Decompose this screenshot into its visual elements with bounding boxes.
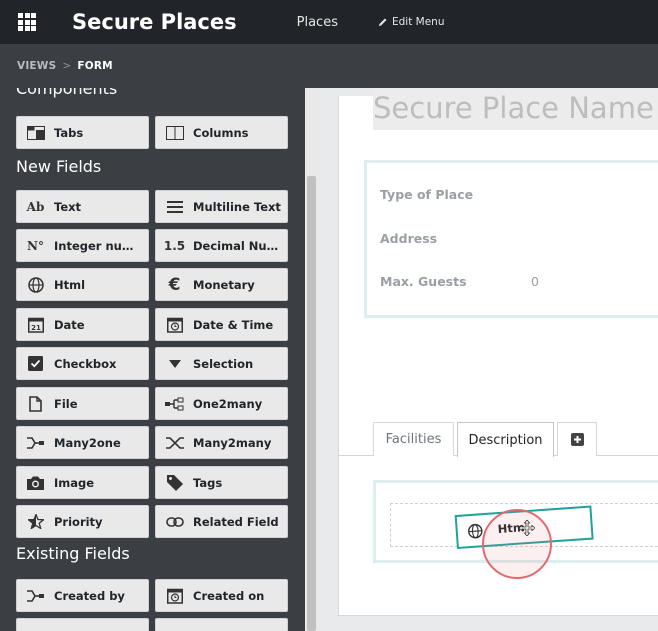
field-label-address[interactable]: Address bbox=[380, 231, 437, 246]
new-fields-heading: New Fields bbox=[16, 157, 102, 176]
field-label: Selection bbox=[193, 356, 254, 371]
add-tab-button[interactable] bbox=[557, 422, 597, 456]
clock-calendar-icon bbox=[156, 580, 193, 611]
field-label: Monetary bbox=[193, 277, 255, 292]
globe-icon bbox=[17, 269, 54, 300]
field-file[interactable]: File bbox=[16, 387, 149, 420]
field-text[interactable]: Ab Text bbox=[16, 190, 149, 223]
many2one-icon bbox=[17, 580, 54, 611]
checkbox-icon bbox=[17, 348, 54, 379]
field-many2one[interactable]: Many2one bbox=[16, 426, 149, 459]
field-label: Checkbox bbox=[54, 356, 117, 371]
field-label: Image bbox=[54, 475, 95, 490]
field-label: Date bbox=[54, 317, 85, 332]
star-icon bbox=[17, 506, 54, 537]
tabs-icon bbox=[17, 117, 54, 148]
component-label: Columns bbox=[193, 125, 249, 140]
breadcrumb: VIEWS > FORM bbox=[0, 44, 658, 88]
breadcrumb-views[interactable]: VIEWS bbox=[17, 60, 56, 72]
components-heading: Components bbox=[16, 88, 118, 98]
calendar-icon: 21 bbox=[17, 309, 54, 340]
field-label: Created on bbox=[193, 588, 265, 603]
field-monetary[interactable]: € Monetary bbox=[155, 268, 288, 301]
columns-icon bbox=[156, 117, 193, 148]
euro-icon: € bbox=[168, 274, 181, 295]
field-tags[interactable]: Tags bbox=[155, 466, 288, 499]
field-priority[interactable]: Priority bbox=[16, 505, 149, 538]
field-integer[interactable]: N° Integer number bbox=[16, 229, 149, 262]
pencil-icon bbox=[378, 18, 387, 26]
field-label: Many2one bbox=[54, 435, 121, 450]
field-multiline-text[interactable]: Multiline Text bbox=[155, 190, 288, 223]
text-ab-icon: Ab bbox=[26, 199, 45, 214]
field-label: Tags bbox=[193, 475, 223, 490]
field-image[interactable]: Image bbox=[16, 466, 149, 499]
edit-menu-button[interactable]: Edit Menu bbox=[378, 16, 445, 28]
field-label: Html bbox=[54, 277, 86, 292]
decimal-icon: 1.5 bbox=[163, 238, 186, 253]
field-label-max-guests[interactable]: Max. Guests bbox=[380, 274, 467, 289]
field-label: One2many bbox=[193, 396, 263, 411]
clock-calendar-icon bbox=[156, 309, 193, 340]
field-selection[interactable]: Selection bbox=[155, 347, 288, 380]
field-label: Priority bbox=[54, 514, 103, 529]
click-indicator bbox=[482, 509, 552, 579]
multiline-icon bbox=[156, 191, 193, 222]
move-cursor-icon bbox=[519, 520, 535, 536]
menu-places[interactable]: Places bbox=[297, 15, 338, 30]
existing-field-partial[interactable] bbox=[16, 618, 149, 631]
existing-field-created-by[interactable]: Created by bbox=[16, 579, 149, 612]
existing-field-created-on[interactable]: Created on bbox=[155, 579, 288, 612]
camera-icon bbox=[17, 467, 54, 498]
field-label: Text bbox=[54, 199, 82, 214]
field-label: Related Field bbox=[193, 514, 279, 529]
field-label: Many2many bbox=[193, 435, 272, 450]
field-label: Integer number bbox=[54, 238, 148, 253]
one2many-icon bbox=[156, 388, 193, 419]
top-navbar: Secure Places Places Edit Menu bbox=[0, 0, 658, 44]
field-related[interactable]: Related Field bbox=[155, 505, 288, 538]
field-many2many[interactable]: Many2many bbox=[155, 426, 288, 459]
edit-menu-label: Edit Menu bbox=[391, 16, 445, 28]
many2one-icon bbox=[17, 427, 54, 458]
svg-text:21: 21 bbox=[31, 324, 41, 332]
plus-square-icon bbox=[570, 433, 584, 446]
breadcrumb-form: FORM bbox=[77, 60, 113, 72]
app-brand[interactable]: Secure Places bbox=[72, 10, 237, 34]
field-label: Created by bbox=[54, 588, 125, 603]
field-decimal[interactable]: 1.5 Decimal Number bbox=[155, 229, 288, 262]
many2many-icon bbox=[156, 427, 193, 458]
file-icon bbox=[17, 388, 54, 419]
field-label: Decimal Number bbox=[193, 238, 287, 253]
max-guests-value: 0 bbox=[531, 274, 539, 289]
tab-description[interactable]: Description bbox=[457, 422, 554, 457]
field-one2many[interactable]: One2many bbox=[155, 387, 288, 420]
existing-fields-heading: Existing Fields bbox=[16, 544, 130, 563]
field-datetime[interactable]: Date & Time bbox=[155, 308, 288, 341]
existing-field-partial[interactable] bbox=[155, 618, 288, 631]
field-html[interactable]: Html bbox=[16, 268, 149, 301]
caret-down-icon bbox=[156, 348, 193, 379]
component-label: Tabs bbox=[54, 125, 84, 140]
tab-facilities[interactable]: Facilities bbox=[373, 422, 454, 456]
field-date[interactable]: 21 Date bbox=[16, 308, 149, 341]
field-label: Date & Time bbox=[193, 317, 274, 332]
integer-icon: N° bbox=[27, 238, 44, 253]
component-columns[interactable]: Columns bbox=[155, 116, 288, 149]
studio-sidebar: Components Tabs Columns New Fields Ab Te… bbox=[0, 88, 318, 631]
apps-menu-icon[interactable] bbox=[18, 13, 38, 31]
tag-icon bbox=[156, 467, 193, 498]
component-tabs[interactable]: Tabs bbox=[16, 116, 149, 149]
breadcrumb-separator: > bbox=[62, 60, 72, 72]
sidebar-scrollbar-thumb[interactable] bbox=[307, 176, 316, 631]
field-label: Multiline Text bbox=[193, 199, 281, 214]
place-name-field[interactable]: Secure Place Name bbox=[373, 88, 658, 130]
field-checkbox[interactable]: Checkbox bbox=[16, 347, 149, 380]
field-label-type-of-place[interactable]: Type of Place bbox=[380, 187, 473, 202]
link-icon bbox=[156, 506, 193, 537]
field-label: File bbox=[54, 396, 78, 411]
